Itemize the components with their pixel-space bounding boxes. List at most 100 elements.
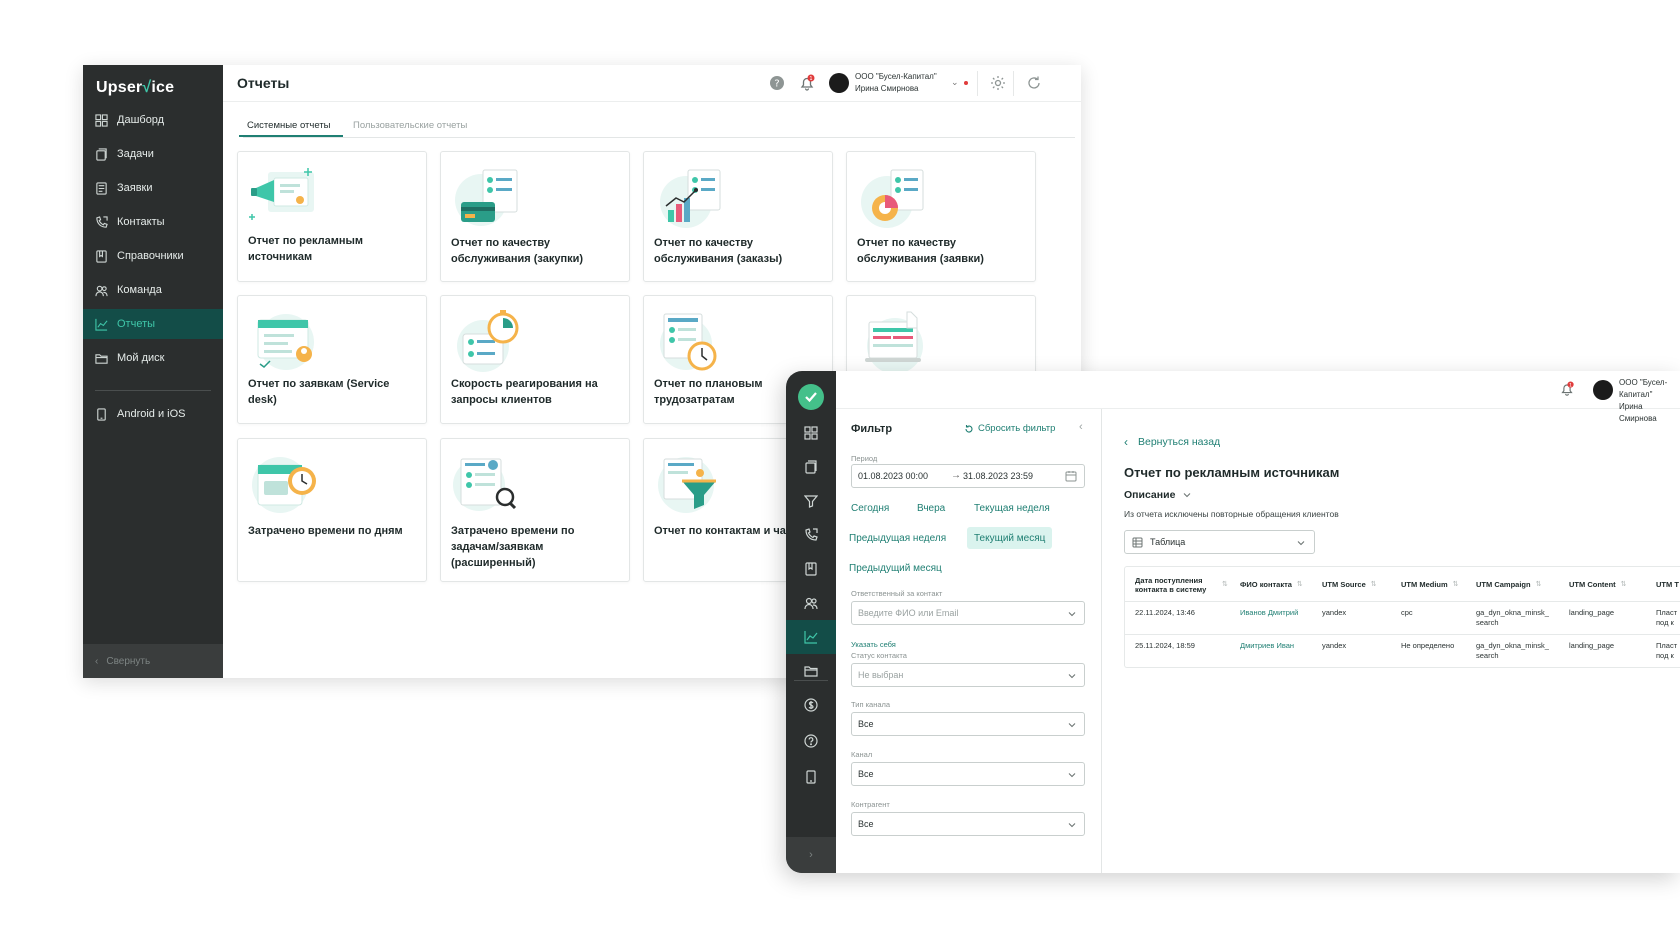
app-logo[interactable]: Upser√ice <box>96 79 174 97</box>
tab-system-reports[interactable]: Системные отчеты <box>247 120 331 131</box>
contact-status-label: Статус контакта <box>851 651 907 660</box>
quick-period-yesterday[interactable]: Вчера <box>910 497 952 519</box>
quick-period-current-month[interactable]: Текущий месяц <box>967 527 1053 549</box>
chart-icon <box>95 318 108 331</box>
sidebar-item-billing[interactable] <box>786 688 836 722</box>
sidebar-item-requests[interactable]: Заявки <box>83 173 223 203</box>
sidebar-item-team[interactable]: Команда <box>83 275 223 305</box>
view-mode-select[interactable]: Таблица <box>1124 530 1315 554</box>
calendar-icon[interactable] <box>1065 470 1077 482</box>
divider <box>1013 71 1014 96</box>
pie-chart-illustration <box>861 169 924 228</box>
report-card-quality-orders[interactable]: Отчет по качеству обслуживания (заказы) <box>643 151 833 282</box>
report-card-title: Отчет по качеству обслуживания (заказы) <box>654 237 783 265</box>
sidebar-item-dashboard[interactable]: Дашборд <box>83 105 223 135</box>
cell-utm-medium: Не определено <box>1401 641 1455 650</box>
page-title: Отчеты <box>237 75 290 91</box>
account-info[interactable]: ООО "Бусел-Капитал" Ирина Смирнова <box>855 71 937 95</box>
counterparty-label: Контрагент <box>851 800 890 809</box>
sidebar-item-disk[interactable] <box>786 654 836 688</box>
report-card-service-desk[interactable]: Отчет по заявкам (Service desk) <box>237 295 427 424</box>
channel-type-select[interactable]: Все <box>851 712 1085 736</box>
magnifier-illustration <box>453 458 517 511</box>
report-card-title: Отчет по заявкам (Service desk) <box>248 378 390 406</box>
report-card-ad-sources[interactable]: Отчет по рекламным источникам <box>237 151 427 282</box>
quick-period-previous-month[interactable]: Предыдущий месяц <box>842 557 949 579</box>
contact-status-select[interactable]: Не выбран <box>851 663 1085 687</box>
sidebar-item-references[interactable] <box>786 552 836 586</box>
sidebar-item-reports[interactable] <box>786 620 836 654</box>
phone-icon <box>806 770 816 784</box>
tab-custom-reports[interactable]: Пользовательские отчеты <box>353 120 467 131</box>
contact-link[interactable]: Иванов Дмитрий <box>1240 608 1300 618</box>
description-toggle[interactable]: Описание <box>1124 489 1192 501</box>
divider <box>977 71 978 96</box>
avatar[interactable] <box>1593 380 1613 400</box>
channel-select[interactable]: Все <box>851 762 1085 786</box>
report-card-title: Затрачено времени по задачам/заявкам (ра… <box>451 525 575 569</box>
sidebar-item-requests[interactable] <box>786 484 836 518</box>
responsible-placeholder: Введите ФИО или Email <box>858 608 959 618</box>
help-icon[interactable]: ? <box>768 74 786 92</box>
sidebar-item-references[interactable]: Справочники <box>83 241 223 271</box>
avatar[interactable] <box>829 73 849 93</box>
sidebar-item-dashboard[interactable] <box>786 416 836 450</box>
reset-icon <box>965 424 973 433</box>
report-tabs: Системные отчеты Пользовательские отчеты <box>239 120 1075 138</box>
responsible-select[interactable]: Введите ФИО или Email <box>851 601 1085 625</box>
period-range-input[interactable]: 01.08.2023 00:00 → 31.08.2023 23:59 <box>851 464 1085 488</box>
table-header: Дата поступления контакта в систему ⇅ ФИО… <box>1125 567 1680 602</box>
sidebar-item-mobile[interactable] <box>786 760 836 794</box>
quick-period-today[interactable]: Сегодня <box>844 497 896 519</box>
contact-link[interactable]: Дмитриев Иван <box>1240 641 1310 651</box>
back-link[interactable]: ‹ Вернуться назад <box>1124 435 1220 449</box>
bell-icon[interactable]: 1 <box>798 74 816 92</box>
report-card-quality-requests[interactable]: Отчет по качеству обслуживания (заявки) <box>846 151 1036 282</box>
counterparty-select[interactable]: Все <box>851 812 1085 836</box>
sort-icon: ⇅ <box>1535 581 1542 588</box>
report-card-title: Отчет по качеству обслуживания (заявки) <box>857 237 984 265</box>
bell-icon[interactable]: 1 <box>1559 381 1575 397</box>
expand-sidebar-button[interactable]: › <box>786 837 836 873</box>
sidebar-item-reports[interactable]: Отчеты <box>83 309 223 339</box>
gear-icon[interactable] <box>989 74 1007 92</box>
report-card-time-by-tasks[interactable]: Затрачено времени по задачам/заявкам (ра… <box>440 438 630 582</box>
sidebar-item-tasks[interactable] <box>786 450 836 484</box>
chevron-down-icon[interactable]: ⌄ <box>951 77 959 88</box>
collapse-sidebar-button[interactable]: ‹ Свернуть <box>83 644 223 678</box>
logo-check-icon[interactable] <box>798 384 824 410</box>
sidebar-item-contacts[interactable]: Контакты <box>83 207 223 237</box>
sort-icon: ⇅ <box>1370 581 1377 588</box>
cell-date: 22.11.2024, 13:46 <box>1135 608 1195 617</box>
sidebar-item-help[interactable] <box>786 724 836 758</box>
chevron-left-icon: ‹ <box>1124 435 1128 449</box>
sidebar-item-team[interactable] <box>786 586 836 620</box>
reset-filter-button[interactable]: Сбросить фильтр <box>964 423 1055 434</box>
requests-icon <box>804 495 818 508</box>
report-card-time-by-days[interactable]: Затрачено времени по дням <box>237 438 427 582</box>
column-header-name[interactable]: ФИО контакта ⇅ <box>1240 567 1303 602</box>
sidebar-item-disk[interactable]: Мой диск <box>83 343 223 373</box>
sidebar-item-mobile[interactable]: Android и iOS <box>83 399 223 429</box>
sidebar-item-tasks[interactable]: Задачи <box>83 139 223 169</box>
column-header-utm-term[interactable]: UTM T <box>1656 567 1679 602</box>
sidebar-item-label: Задачи <box>117 148 154 160</box>
sidebar-item-contacts[interactable] <box>786 518 836 552</box>
column-header-utm-source[interactable]: UTM Source ⇅ <box>1322 567 1377 602</box>
period-start: 01.08.2023 00:00 <box>858 471 929 481</box>
sidebar-item-label: Дашборд <box>117 114 165 126</box>
refresh-icon[interactable] <box>1025 74 1043 92</box>
channel-type-value: Все <box>858 719 874 729</box>
column-header-date[interactable]: Дата поступления контакта в систему ⇅ <box>1135 567 1230 602</box>
cell-date: 25.11.2024, 18:59 <box>1135 641 1195 650</box>
quick-period-previous-week[interactable]: Предыдущая неделя <box>842 527 953 549</box>
collapse-filter-icon[interactable]: ‹ <box>1079 421 1083 433</box>
column-header-utm-campaign[interactable]: UTM Campaign ⇅ <box>1476 567 1541 602</box>
report-card-quality-purchases[interactable]: Отчет по качеству обслуживания (закупки) <box>440 151 630 282</box>
column-header-utm-medium[interactable]: UTM Medium ⇅ <box>1401 567 1459 602</box>
cell-utm-campaign: ga_dyn_okna_minsk_ search <box>1476 608 1549 627</box>
column-header-utm-content[interactable]: UTM Content ⇅ <box>1569 567 1627 602</box>
assign-self-link[interactable]: Указать себя <box>851 640 896 649</box>
report-card-response-speed[interactable]: Скорость реагирования на запросы клиенто… <box>440 295 630 424</box>
quick-period-current-week[interactable]: Текущая неделя <box>967 497 1057 519</box>
